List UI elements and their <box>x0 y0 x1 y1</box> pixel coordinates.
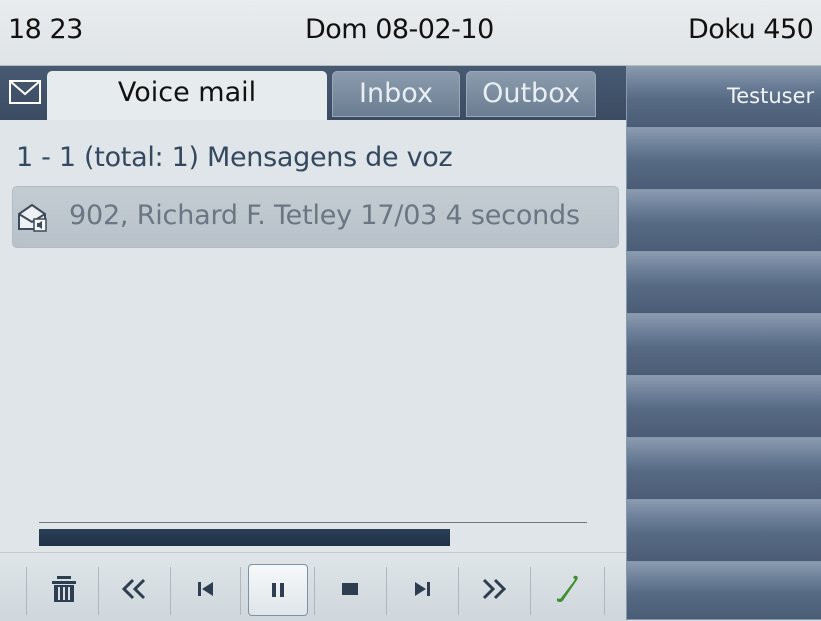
fast-forward-icon <box>482 578 507 600</box>
skip-forward-icon <box>415 582 430 596</box>
tab-voice-mail[interactable]: Voice mail <box>47 71 327 120</box>
delete-icon <box>52 576 76 602</box>
skip-back-icon <box>198 582 213 596</box>
playback-progress-fill <box>39 529 450 546</box>
skip-back-button[interactable] <box>176 565 236 613</box>
message-details: 902, Richard F. Tetley 17/03 4 seconds <box>69 200 580 231</box>
pause-icon <box>272 583 284 597</box>
fast-forward-button[interactable] <box>464 565 524 613</box>
envelope-icon <box>7 76 43 108</box>
control-separator <box>240 567 241 615</box>
tab-inbox[interactable]: Inbox <box>332 71 460 117</box>
message-list-item[interactable]: 902, Richard F. Tetley 17/03 4 seconds <box>12 186 619 248</box>
voice-mail-envelope-icon <box>16 201 48 233</box>
pause-button[interactable] <box>248 564 308 616</box>
control-separator <box>386 567 387 615</box>
function-key[interactable] <box>627 128 821 190</box>
function-key[interactable] <box>627 190 821 252</box>
delete-button[interactable] <box>34 565 94 613</box>
tab-bar: Voice mail Inbox Outbox <box>0 66 626 120</box>
skip-forward-button[interactable] <box>392 565 452 613</box>
function-key[interactable] <box>627 314 821 376</box>
rewind-icon <box>121 578 146 600</box>
stop-icon <box>342 583 358 595</box>
date-display: Dom 08-02-10 <box>305 14 494 45</box>
function-key[interactable] <box>627 500 821 562</box>
voice-mail-panel: 1 - 1 (total: 1) Mensagens de voz 902, R… <box>0 120 626 621</box>
control-separator <box>170 567 171 615</box>
clock: 18 23 <box>8 14 83 45</box>
control-separator <box>98 567 99 615</box>
stop-button[interactable] <box>320 565 380 613</box>
function-key[interactable] <box>627 562 821 620</box>
call-back-button[interactable] <box>538 565 598 613</box>
function-key[interactable] <box>627 252 821 314</box>
rewind-button[interactable] <box>104 565 164 613</box>
control-separator <box>530 567 531 615</box>
playback-progress[interactable] <box>39 529 587 546</box>
user-name: Doku 450 <box>688 14 814 45</box>
control-separator <box>458 567 459 615</box>
call-back-icon <box>557 575 578 603</box>
control-separator <box>604 567 605 615</box>
control-separator <box>314 567 315 615</box>
message-count-summary: 1 - 1 (total: 1) Mensagens de voz <box>16 142 453 173</box>
function-key-panel: Testuser <box>626 66 821 620</box>
control-separator <box>26 567 27 615</box>
tab-outbox[interactable]: Outbox <box>466 71 596 117</box>
function-key-testuser[interactable]: Testuser <box>627 66 821 128</box>
playback-controls <box>0 552 626 621</box>
status-bar: 18 23 Dom 08-02-10 Doku 450 <box>0 0 821 66</box>
function-key[interactable] <box>627 376 821 438</box>
function-key-label: Testuser <box>727 84 815 108</box>
function-key[interactable] <box>627 438 821 500</box>
progress-rule <box>39 522 587 523</box>
